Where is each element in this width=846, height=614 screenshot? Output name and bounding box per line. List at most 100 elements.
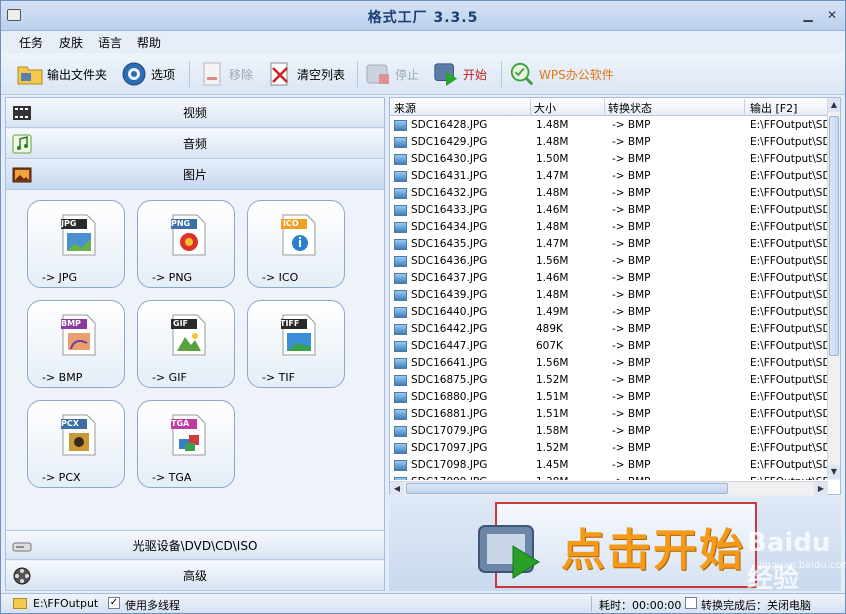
vertical-scroll-thumb[interactable] — [829, 116, 839, 356]
after-done-checkbox[interactable] — [685, 597, 697, 609]
table-row[interactable]: SDC17079.JPG 1.58M -> BMP E:\FFOutput\SD — [390, 423, 828, 440]
category-drive[interactable]: 光驱设备\DVD\CD\ISO — [6, 530, 384, 560]
table-row[interactable]: SDC16428.JPG 1.48M -> BMP E:\FFOutput\SD — [390, 117, 828, 134]
cell-source: SDC16439.JPG — [411, 289, 488, 301]
column-status[interactable]: 转换状态 — [608, 100, 652, 116]
cell-status: -> BMP — [612, 408, 651, 420]
cell-status: -> BMP — [612, 391, 651, 403]
table-row[interactable]: SDC16432.JPG 1.48M -> BMP E:\FFOutput\SD — [390, 185, 828, 202]
category-audio[interactable]: 音频 — [6, 129, 384, 159]
format-bmp-button[interactable]: BMP -> BMP — [27, 300, 125, 388]
cell-source: SDC16881.JPG — [411, 408, 488, 420]
clear-list-button[interactable]: 清空列表 — [267, 59, 345, 89]
table-row[interactable]: SDC16440.JPG 1.49M -> BMP E:\FFOutput\SD — [390, 304, 828, 321]
table-row[interactable]: SDC16447.JPG 607K -> BMP E:\FFOutput\SD — [390, 338, 828, 355]
table-row[interactable]: SDC17099.JPG 1.38M -> BMP E:\FFOutput\SD — [390, 474, 828, 480]
cell-status: -> BMP — [612, 425, 651, 437]
column-size[interactable]: 大小 — [534, 100, 556, 116]
vertical-scrollbar[interactable]: ▲ ▼ — [827, 98, 840, 480]
table-row[interactable]: SDC16435.JPG 1.47M -> BMP E:\FFOutput\SD — [390, 236, 828, 253]
after-done-label: 转换完成后：关闭电脑 — [701, 599, 811, 612]
category-advanced[interactable]: 高级 — [6, 561, 384, 591]
options-button[interactable]: 选项 — [121, 59, 175, 89]
close-button[interactable]: ✕ — [825, 8, 839, 22]
scroll-right-icon[interactable]: ▶ — [814, 482, 828, 495]
table-row[interactable]: SDC16880.JPG 1.51M -> BMP E:\FFOutput\SD — [390, 389, 828, 406]
table-row[interactable]: SDC17097.JPG 1.52M -> BMP E:\FFOutput\SD — [390, 440, 828, 457]
format-png-button[interactable]: PNG -> PNG — [137, 200, 235, 288]
image-file-icon — [394, 239, 407, 250]
start-button[interactable]: 开始 — [433, 59, 487, 89]
cell-status: -> BMP — [612, 459, 651, 471]
table-row[interactable]: SDC16875.JPG 1.52M -> BMP E:\FFOutput\SD — [390, 372, 828, 389]
table-row[interactable]: SDC16439.JPG 1.48M -> BMP E:\FFOutput\SD — [390, 287, 828, 304]
task-rows: SDC16428.JPG 1.48M -> BMP E:\FFOutput\SD SDC… — [390, 117, 828, 480]
table-row[interactable]: SDC16431.JPG 1.47M -> BMP E:\FFOutput\SD — [390, 168, 828, 185]
stop-icon — [365, 61, 391, 87]
table-row[interactable]: SDC17098.JPG 1.45M -> BMP E:\FFOutput\SD — [390, 457, 828, 474]
wps-office-button[interactable]: WPS办公软件 — [509, 59, 614, 89]
table-row[interactable]: SDC16881.JPG 1.51M -> BMP E:\FFOutput\SD — [390, 406, 828, 423]
menu-help[interactable]: 帮助 — [137, 34, 161, 51]
format-tga-button[interactable]: TGA -> TGA — [137, 400, 235, 488]
category-picture[interactable]: 图片 — [6, 160, 384, 190]
cell-status: -> BMP — [612, 187, 651, 199]
scroll-down-icon[interactable]: ▼ — [828, 465, 840, 479]
table-row[interactable]: SDC16641.JPG 1.56M -> BMP E:\FFOutput\SD — [390, 355, 828, 372]
image-file-icon — [394, 358, 407, 369]
stop-button[interactable]: 停止 — [365, 59, 419, 89]
table-row[interactable]: SDC16434.JPG 1.48M -> BMP E:\FFOutput\SD — [390, 219, 828, 236]
menu-language[interactable]: 语言 — [98, 34, 122, 51]
format-gif-button[interactable]: GIF -> GIF — [137, 300, 235, 388]
toolbar-separator — [189, 61, 190, 87]
cell-output: E:\FFOutput\SD — [750, 289, 828, 301]
click-start-button[interactable]: 点击开始 Baidu经验 jingyan.baidu.com ↖ — [478, 502, 846, 594]
cell-status: -> BMP — [612, 340, 651, 352]
multithread-checkbox[interactable]: ✓ — [108, 597, 120, 609]
cell-source: SDC16435.JPG — [411, 238, 488, 250]
minimize-button[interactable]: ▁ — [801, 8, 815, 22]
menu-task[interactable]: 任务 — [19, 34, 43, 51]
remove-button[interactable]: 移除 — [199, 59, 253, 89]
cell-size: 1.48M — [536, 119, 569, 131]
scroll-left-icon[interactable]: ◀ — [390, 482, 404, 495]
cell-size: 1.46M — [536, 204, 569, 216]
cell-output: E:\FFOutput\SD — [750, 340, 828, 352]
cell-output: E:\FFOutput\SD — [750, 170, 828, 182]
elapsed-time: 耗时：00:00:00 — [599, 599, 682, 612]
table-row[interactable]: SDC16436.JPG 1.56M -> BMP E:\FFOutput\SD — [390, 253, 828, 270]
cell-size: 1.56M — [536, 357, 569, 369]
format-jpg-button[interactable]: JPG -> JPG — [27, 200, 125, 288]
cell-status: -> BMP — [612, 474, 651, 480]
table-row[interactable]: SDC16430.JPG 1.50M -> BMP E:\FFOutput\SD — [390, 151, 828, 168]
category-video[interactable]: 视频 — [6, 98, 384, 128]
table-row[interactable]: SDC16442.JPG 489K -> BMP E:\FFOutput\SD — [390, 321, 828, 338]
table-row[interactable]: SDC16437.JPG 1.46M -> BMP E:\FFOutput\SD — [390, 270, 828, 287]
column-output[interactable]: 输出 [F2] — [750, 100, 797, 116]
format-tif-button[interactable]: TIFF -> TIF — [247, 300, 345, 388]
horizontal-scrollbar[interactable]: ◀ ▶ — [390, 481, 828, 495]
cell-size: 1.58M — [536, 425, 569, 437]
cell-size: 1.48M — [536, 136, 569, 148]
format-ico-button[interactable]: ICO -> ICO — [247, 200, 345, 288]
output-folder-button[interactable]: 输出文件夹 — [17, 59, 107, 89]
cell-output: E:\FFOutput\SD — [750, 119, 828, 131]
remove-icon — [199, 61, 225, 87]
image-file-icon — [394, 375, 407, 386]
options-icon — [121, 61, 147, 87]
category-panel: 视频 音频 图片 JPG -> JPG PNG -> PNG ICO -> IC… — [5, 97, 385, 591]
toolbar-separator — [501, 61, 502, 87]
format-pcx-button[interactable]: PCX -> PCX — [27, 400, 125, 488]
scroll-up-icon[interactable]: ▲ — [828, 98, 840, 112]
cell-output: E:\FFOutput\SD — [750, 357, 828, 369]
cell-status: -> BMP — [612, 221, 651, 233]
column-source[interactable]: 来源 — [394, 100, 416, 116]
table-row[interactable]: SDC16433.JPG 1.46M -> BMP E:\FFOutput\SD — [390, 202, 828, 219]
cell-source: SDC16641.JPG — [411, 357, 488, 369]
cell-output: E:\FFOutput\SD — [750, 255, 828, 267]
horizontal-scroll-thumb[interactable] — [406, 483, 728, 494]
menu-skin[interactable]: 皮肤 — [59, 34, 83, 51]
table-row[interactable]: SDC16429.JPG 1.48M -> BMP E:\FFOutput\SD — [390, 134, 828, 151]
output-path[interactable]: E:\FFOutput — [33, 597, 98, 610]
cell-source: SDC16440.JPG — [411, 306, 488, 318]
